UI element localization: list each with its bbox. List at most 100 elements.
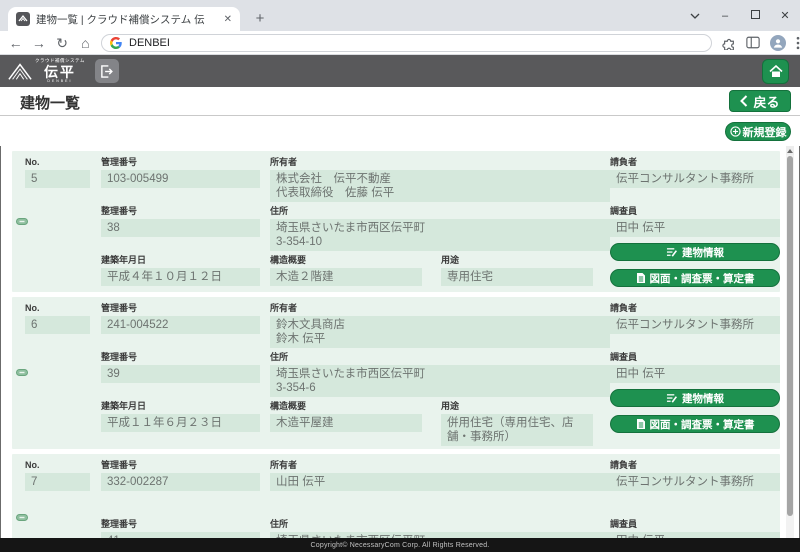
field-label-built: 建築年月日 (101, 255, 260, 266)
list-pencil-icon (666, 393, 678, 404)
browser-toolbar: ← → ↻ ⌂ DENBEI (0, 31, 800, 55)
field-kanri: 241-004522 (101, 316, 260, 334)
field-label-usage: 用途 (441, 255, 593, 266)
roof-logo-icon (8, 61, 32, 81)
window-controls: – ✕ (688, 0, 792, 31)
back-nav-icon[interactable]: ← (4, 32, 27, 54)
browser-menu-dots-icon[interactable] (796, 36, 800, 50)
field-usage: 併用住宅（専用住宅、店舗・事務所） (441, 414, 593, 446)
field-contractor: 伝平コンサルタント事務所 (610, 316, 780, 334)
building-record-card: No.6 管理番号241-004522 所有者鈴木文具商店 鈴木 伝平 請負者伝… (12, 297, 780, 449)
building-record-card: No.7 管理番号332-002287 所有者山田 伝平 請負者伝平コンサルタン… (12, 454, 780, 538)
field-address: 埼玉県さいたま市西区伝平町 3-354-10 (270, 219, 610, 251)
minimize-button[interactable]: – (718, 9, 732, 23)
building-info-button[interactable]: 建物情報 (610, 243, 780, 261)
new-registration-button[interactable]: 新規登録 (725, 122, 791, 141)
scrollbar[interactable] (786, 146, 794, 538)
field-kanri: 332-002287 (101, 473, 260, 491)
back-button-label: 戻る (753, 92, 779, 111)
building-info-label: 建物情報 (682, 391, 724, 406)
address-bar[interactable]: DENBEI (101, 34, 712, 52)
scrollbar-thumb[interactable] (787, 156, 793, 516)
close-window-button[interactable]: ✕ (778, 9, 792, 23)
field-label-address: 住所 (270, 519, 610, 530)
field-no: 5 (25, 170, 90, 188)
field-label-kanri: 管理番号 (101, 303, 260, 314)
app-logo: クラウド補償システム 伝平 DENBEI (8, 59, 85, 83)
documents-button[interactable]: 図面・調査票・算定書 (610, 415, 780, 433)
browser-tab[interactable]: 建物一覧 | クラウド補償システム 伝 ✕ (8, 7, 240, 31)
field-contractor: 伝平コンサルタント事務所 (610, 170, 780, 188)
documents-button[interactable]: 図面・調査票・算定書 (610, 269, 780, 287)
chevron-left-icon (740, 95, 748, 107)
field-label-seiri: 整理番号 (101, 352, 260, 363)
google-logo-icon (110, 37, 122, 49)
field-structure: 木造平屋建 (270, 414, 422, 432)
field-label-no: No. (25, 157, 90, 168)
actions-bar: 新規登録 (0, 116, 800, 146)
field-label-structure: 構造概要 (270, 255, 422, 266)
field-label-kanri: 管理番号 (101, 157, 260, 168)
logo-system-name: クラウド補償システム (35, 59, 85, 64)
field-label-contractor: 請負者 (610, 460, 780, 471)
home-button[interactable] (762, 59, 789, 84)
field-address: 埼玉県さいたま市西区伝平町 3-354-6 (270, 365, 610, 397)
building-info-button[interactable]: 建物情報 (610, 389, 780, 407)
logout-exit-icon (100, 65, 113, 78)
field-label-structure: 構造概要 (270, 401, 422, 412)
building-info-label: 建物情報 (682, 245, 724, 260)
field-label-seiri: 整理番号 (101, 206, 260, 217)
document-icon (636, 418, 646, 430)
field-label-owner: 所有者 (270, 303, 610, 314)
link-icon (16, 514, 28, 521)
page-footer: Copyright© NecessaryCom Corp. All Rights… (0, 538, 800, 552)
field-label-surveyor: 調査員 (610, 519, 780, 530)
field-no: 7 (25, 473, 90, 491)
chevron-down-icon[interactable] (688, 9, 702, 23)
browser-titlebar: 建物一覧 | クラウド補償システム 伝 ✕ + – ✕ (0, 0, 800, 31)
field-built: 平成４年１０月１２日 (101, 268, 260, 286)
field-label-built: 建築年月日 (101, 401, 260, 412)
field-label-surveyor: 調査員 (610, 206, 780, 217)
field-label-no: No. (25, 460, 90, 471)
field-kanri: 103-005499 (101, 170, 260, 188)
logo-app-sub: DENBEI (47, 80, 72, 84)
forward-nav-icon[interactable]: → (27, 32, 50, 54)
documents-label: 図面・調査票・算定書 (650, 417, 755, 432)
tab-title: 建物一覧 | クラウド補償システム 伝 (36, 12, 216, 27)
document-icon (636, 272, 646, 284)
site-favicon-icon (16, 12, 30, 26)
page-title: 建物一覧 (20, 92, 80, 113)
field-usage: 専用住宅 (441, 268, 593, 286)
building-record-card: No.5 管理番号103-005499 所有者株式会社 伝平不動産 代表取締役 … (12, 151, 780, 292)
logout-button[interactable] (95, 59, 119, 83)
building-record-list: No.5 管理番号103-005499 所有者株式会社 伝平不動産 代表取締役 … (12, 146, 780, 538)
tab-close-icon[interactable]: ✕ (222, 14, 234, 25)
plus-circle-icon (730, 126, 741, 137)
extensions-puzzle-icon[interactable] (722, 36, 736, 50)
field-label-address: 住所 (270, 206, 610, 217)
reload-icon[interactable]: ↻ (51, 32, 74, 54)
app-header: クラウド補償システム 伝平 DENBEI (0, 55, 800, 87)
field-label-surveyor: 調査員 (610, 352, 780, 363)
toolbar-right-icons (722, 35, 800, 51)
maximize-button[interactable] (748, 9, 762, 23)
back-button[interactable]: 戻る (729, 90, 791, 112)
home-nav-icon[interactable]: ⌂ (74, 32, 97, 54)
profile-avatar[interactable] (770, 35, 786, 51)
scrollbar-up-arrow[interactable] (786, 146, 794, 155)
field-contractor: 伝平コンサルタント事務所 (610, 473, 780, 491)
house-icon (769, 65, 783, 78)
field-seiri: 39 (101, 365, 260, 383)
list-pencil-icon (666, 247, 678, 258)
new-tab-button[interactable]: + (250, 9, 270, 29)
field-label-usage: 用途 (441, 401, 593, 412)
logo-app-name: 伝平 (44, 65, 76, 79)
field-surveyor: 田中 伝平 (610, 365, 780, 383)
page-header: 建物一覧 戻る (0, 87, 800, 116)
field-built: 平成１１年６月２３日 (101, 414, 260, 432)
side-panel-icon[interactable] (746, 36, 760, 49)
field-label-no: No. (25, 303, 90, 314)
field-owner: 山田 伝平 (270, 473, 610, 491)
field-label-kanri: 管理番号 (101, 460, 260, 471)
